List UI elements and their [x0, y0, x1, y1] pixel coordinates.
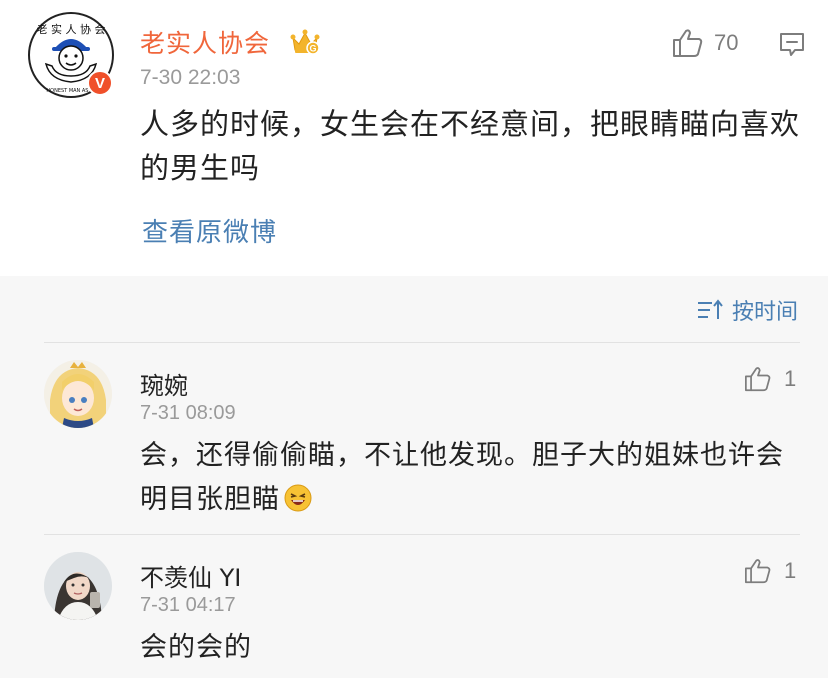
comment-time: 7-31 08:09 [140, 402, 236, 424]
comment-like-button[interactable]: 1 [744, 366, 796, 392]
comment-like-count: 1 [784, 558, 797, 583]
commenter-name[interactable]: 不羡仙 YI [140, 558, 241, 593]
commenter-name[interactable]: 琬婉 [140, 366, 188, 401]
post-time: 7-30 22:03 [140, 66, 241, 89]
sort-by-time-button[interactable]: 按时间 [696, 294, 798, 326]
comment-like-count: 1 [784, 366, 797, 391]
comment-icon[interactable] [778, 30, 806, 58]
woman-photo-avatar-icon [44, 552, 112, 620]
post-text: 人多的时候，女生会在不经意间，把眼睛瞄向喜欢的男生吗 [140, 107, 801, 185]
thumb-up-icon [745, 367, 771, 392]
thumb-up-icon [745, 559, 771, 584]
view-original-link[interactable]: 查看原微博 [142, 212, 277, 249]
weibo-post: 老 实 人 协 会 HONEST MAN ASSO V 老实人协会 G 7-30… [0, 0, 828, 276]
anime-girl-avatar-icon [44, 360, 112, 428]
comments-section: 按时间 琬婉 7-31 08:09 1 会，还得偷偷瞄，不让他发现。胆子大的姐妹… [0, 276, 828, 678]
thumb-up-icon [673, 29, 703, 57]
verified-icon: V [87, 70, 113, 96]
commenter-avatar[interactable] [44, 360, 112, 428]
divider [44, 534, 800, 535]
divider [44, 342, 800, 343]
comment-text: 会的会的 [140, 632, 252, 663]
comment-time: 7-31 04:17 [140, 594, 236, 616]
comment-text: 会，还得偷偷瞄，不让他发现。胆子大的姐妹也许会明目张胆瞄 [140, 440, 784, 515]
sort-icon [697, 299, 723, 319]
commenter-avatar[interactable] [44, 552, 112, 620]
laugh-emoji-icon [284, 484, 312, 512]
crown-badge-letter: G [309, 44, 316, 54]
crown-icon[interactable]: G [290, 28, 320, 56]
post-like-count: 70 [714, 30, 739, 55]
svg-text:老 实 人 协 会: 老 实 人 协 会 [37, 22, 106, 36]
sort-label: 按时间 [731, 300, 798, 325]
post-author-name[interactable]: 老实人协会 [140, 24, 270, 60]
post-like-button[interactable]: 70 [672, 28, 738, 58]
comment-like-button[interactable]: 1 [744, 558, 796, 584]
